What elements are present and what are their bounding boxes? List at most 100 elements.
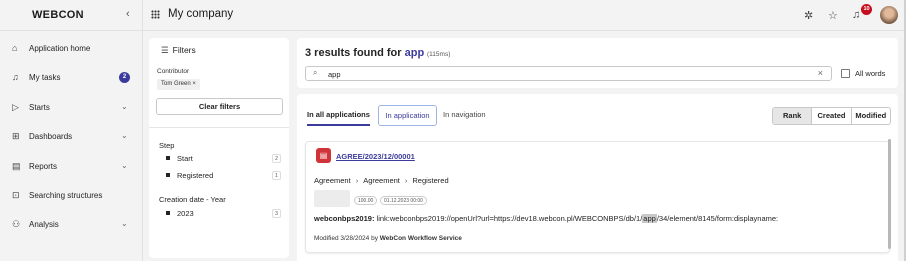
sidebar-item-starts[interactable]: ▷ Starts ⌄ bbox=[0, 98, 142, 118]
search-structure-icon: ⊡ bbox=[12, 190, 20, 200]
filter-step-registered[interactable]: Registered 1 bbox=[166, 170, 281, 182]
chevron-down-icon[interactable]: ⌄ bbox=[121, 161, 128, 170]
sidebar-item-my-tasks[interactable]: ♫ My tasks 2 bbox=[0, 68, 142, 88]
desc-after: /34/element/8145/form:displayname: bbox=[656, 214, 779, 223]
filter-step-start[interactable]: Start 2 bbox=[166, 153, 281, 165]
bell-icon[interactable]: ♫ bbox=[852, 9, 860, 21]
sidebar-item-label: My tasks bbox=[29, 73, 61, 82]
sidebar-item-application-home[interactable]: ⌂ Application home bbox=[0, 39, 142, 59]
result-description: webconbps2019: link:webconbps2019://open… bbox=[314, 214, 884, 223]
tab-in-navigation[interactable]: In navigation bbox=[443, 105, 486, 126]
chevron-down-icon[interactable]: ⌄ bbox=[121, 131, 128, 140]
filters-title-label: Filters bbox=[172, 45, 196, 55]
home-icon: ⌂ bbox=[12, 43, 18, 53]
bell-icon: ♫ bbox=[12, 72, 19, 82]
sort-group: Rank Created Modified bbox=[772, 107, 891, 125]
bullet bbox=[166, 173, 170, 177]
filter-count: 3 bbox=[272, 209, 281, 218]
desc-before: link:webconbps2019://openUrl?url=https:/… bbox=[374, 214, 643, 223]
tasks-count-badge: 2 bbox=[119, 72, 130, 83]
top-bar: WEBCON ‹ My company ✲ ☆ ♫ 10 bbox=[0, 0, 906, 31]
document-icon: ▤ bbox=[316, 148, 331, 163]
path-step: Registered bbox=[412, 176, 449, 185]
company-title[interactable]: My company bbox=[168, 8, 233, 20]
result-signature-link[interactable]: AGREE/2023/12/00001 bbox=[336, 152, 415, 161]
clear-filters-button[interactable]: Clear filters bbox=[156, 98, 283, 115]
modified-prefix: Modified 3/28/2024 by bbox=[314, 235, 378, 242]
sidebar-item-label: Searching structures bbox=[29, 191, 103, 200]
divider bbox=[149, 127, 289, 128]
contributor-chip[interactable]: Tom Green × bbox=[157, 79, 200, 90]
close-icon[interactable]: × bbox=[818, 68, 823, 78]
play-icon: ▷ bbox=[12, 102, 19, 112]
value-chip: 100.00 bbox=[354, 196, 378, 205]
sidebar: ⌂ Application home ♫ My tasks 2 ▷ Starts… bbox=[0, 31, 142, 261]
sidebar-item-label: Reports bbox=[29, 162, 58, 171]
step-label: Step bbox=[159, 141, 175, 150]
sidebar-item-label: Dashboards bbox=[29, 132, 73, 141]
dashboard-icon: ⊞ bbox=[12, 131, 20, 141]
sidebar-item-reports[interactable]: ▤ Reports ⌄ bbox=[0, 157, 142, 177]
search-panel: 3 results found for app (115ms) ⌕ app × … bbox=[297, 38, 898, 88]
sidebar-item-dashboards[interactable]: ⊞ Dashboards ⌄ bbox=[0, 127, 142, 147]
tab-in-application[interactable]: In application bbox=[378, 105, 437, 126]
sort-rank-button[interactable]: Rank bbox=[773, 108, 812, 124]
results-query: app bbox=[404, 47, 425, 59]
nav-divider bbox=[142, 0, 143, 261]
desc-highlight: app bbox=[642, 214, 657, 223]
puzzle-icon[interactable]: ✲ bbox=[804, 9, 813, 22]
bullet bbox=[166, 211, 170, 215]
scrollbar[interactable] bbox=[888, 139, 891, 249]
date-chip: 01.12.2023 00:00 bbox=[380, 196, 427, 205]
filters-title: ☰ Filters bbox=[161, 45, 196, 56]
path-workflow: Agreement bbox=[363, 176, 400, 185]
analysis-icon: ⚇ bbox=[12, 219, 21, 229]
creation-year-label: Creation date - Year bbox=[159, 195, 226, 204]
search-input[interactable]: ⌕ app × bbox=[305, 66, 832, 81]
report-icon: ▤ bbox=[12, 161, 21, 171]
result-card[interactable]: ▤ AGREE/2023/12/00001 Agreement › Agreemen… bbox=[305, 141, 890, 253]
path-process: Agreement bbox=[314, 176, 351, 185]
chevron-right-icon: › bbox=[355, 176, 359, 185]
sort-modified-button[interactable]: Modified bbox=[850, 108, 890, 124]
avatar[interactable] bbox=[880, 6, 898, 24]
filters-panel: ☰ Filters Contributor Tom Green × Clear f… bbox=[149, 38, 289, 258]
results-heading: 3 results found for app bbox=[305, 47, 424, 59]
sort-created-button[interactable]: Created bbox=[811, 108, 850, 124]
all-words-checkbox[interactable] bbox=[841, 69, 850, 78]
chevron-down-icon[interactable]: ⌄ bbox=[121, 219, 128, 228]
notification-badge: 10 bbox=[861, 4, 872, 15]
filter-year-2023[interactable]: 2023 3 bbox=[166, 208, 281, 220]
filter-label: Registered bbox=[177, 171, 214, 180]
modified-info: Modified 3/28/2024 by WebCon Workflow Se… bbox=[314, 235, 462, 242]
bullet bbox=[166, 156, 170, 160]
filter-count: 2 bbox=[272, 154, 281, 163]
desc-key: webconbps2019: bbox=[314, 214, 375, 223]
sidebar-item-label: Analysis bbox=[29, 220, 59, 229]
placeholder-box bbox=[314, 190, 350, 207]
filter-label: 2023 bbox=[177, 209, 194, 218]
star-icon[interactable]: ☆ bbox=[828, 9, 838, 22]
chevron-down-icon[interactable]: ⌄ bbox=[121, 102, 128, 111]
sidebar-item-label: Starts bbox=[29, 103, 50, 112]
result-path: Agreement › Agreement › Registered bbox=[314, 176, 449, 185]
all-words-label[interactable]: All words bbox=[855, 69, 885, 78]
filter-icon: ☰ bbox=[161, 45, 169, 55]
chevron-right-icon: › bbox=[404, 176, 408, 185]
chevron-left-icon[interactable]: ‹ bbox=[126, 8, 130, 20]
tab-in-all-applications[interactable]: In all applications bbox=[307, 105, 370, 126]
sidebar-item-label: Application home bbox=[29, 44, 91, 53]
sidebar-item-searching-structures[interactable]: ⊡ Searching structures bbox=[0, 186, 142, 206]
results-prefix: 3 results found for bbox=[305, 47, 402, 59]
filter-count: 1 bbox=[272, 171, 281, 180]
filter-label: Start bbox=[177, 154, 193, 163]
search-input-value[interactable]: app bbox=[328, 70, 341, 79]
contributor-label: Contributor bbox=[157, 68, 190, 75]
sidebar-item-analysis[interactable]: ⚇ Analysis ⌄ bbox=[0, 215, 142, 235]
webcon-logo[interactable]: WEBCON bbox=[32, 9, 84, 21]
modified-by: WebCon Workflow Service bbox=[379, 235, 462, 242]
search-icon: ⌕ bbox=[313, 68, 318, 77]
grid-icon[interactable] bbox=[151, 10, 160, 19]
results-panel: In all applications In application In na… bbox=[297, 94, 898, 261]
search-time: (115ms) bbox=[427, 51, 451, 58]
